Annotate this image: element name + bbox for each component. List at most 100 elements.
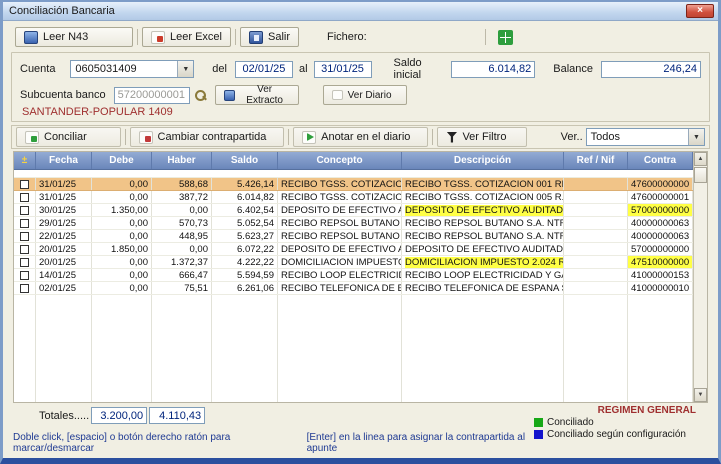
total-debe-field[interactable] [91,407,147,424]
cell-descripcion: RECIBO TGSS. COTIZACION 005 R.E.AUT [402,191,564,203]
column-header-fecha[interactable]: Fecha [36,152,92,169]
cell-descripcion: DOMICILIACION IMPUESTO 2.024 RETEN [402,256,564,268]
al-label: al [299,63,308,75]
separator [235,29,236,45]
row-checkbox[interactable] [20,271,29,280]
cell-fecha: 02/01/25 [36,282,92,294]
column-header-contra[interactable]: Contra [628,152,693,169]
table-row[interactable]: 31/01/25 0,00 588,68 5.426,14 RECIBO TGS… [14,178,693,191]
total-haber-field[interactable] [149,407,205,424]
row-checkbox[interactable] [20,206,29,215]
date-to-input[interactable] [314,61,372,78]
totales-label: Totales..... [39,410,89,422]
column-header-debe[interactable]: Debe [92,152,152,169]
cell-saldo: 4.222,22 [212,256,278,268]
edit-sheet-icon [151,31,165,44]
row-checkbox[interactable] [20,245,29,254]
column-header-haber[interactable]: Haber [152,152,212,169]
leer-excel-button[interactable]: Leer Excel [142,27,231,47]
cell-debe: 1.350,00 [92,204,152,216]
vertical-scrollbar[interactable]: ▲ ▼ [693,152,707,402]
conciliar-button[interactable]: Conciliar [16,127,121,147]
salir-button[interactable]: Salir [240,27,299,47]
scrollbar-thumb[interactable] [694,167,707,183]
ver-label: Ver.. [561,131,583,143]
leer-n43-button[interactable]: Leer N43 [15,27,133,47]
search-icon[interactable] [194,89,207,102]
cell-fecha: 20/01/25 [36,243,92,255]
cell-haber: 666,47 [152,269,212,281]
cell-descripcion: RECIBO REPSOL BUTANO S.A. NTRA. FRA [402,217,564,229]
cuenta-label: Cuenta [20,63,70,75]
row-checkbox[interactable] [20,284,29,293]
cell-descripcion: DEPOSITO DE EFECTIVO AUDITADO EN [402,243,564,255]
cell-debe: 0,00 [92,256,152,268]
column-header-ref-nif[interactable]: Ref / Nif [564,152,628,169]
grid-body-rows: 31/01/25 0,00 588,68 5.426,14 RECIBO TGS… [14,170,693,402]
separator [432,129,433,145]
cell-saldo: 5.052,54 [212,217,278,229]
cell-ref-nif [564,230,628,242]
leer-n43-label: Leer N43 [43,31,88,43]
cell-contra: 47600000000 [628,178,693,190]
green-square-icon [534,418,543,427]
row-checkbox[interactable] [20,180,29,189]
column-header-saldo[interactable]: Saldo [212,152,278,169]
cell-descripcion: RECIBO LOOP ELECTRICIDAD Y GAS S.L [402,269,564,281]
subcuenta-input[interactable] [114,87,190,104]
table-row[interactable]: 22/01/25 0,00 448,95 5.623,27 RECIBO REP… [14,230,693,243]
cuenta-value: 0605031409 [71,63,177,75]
client-area: Leer N43 Leer Excel Salir Fichero: Cuent… [3,21,718,458]
cell-contra: 41000000153 [628,269,693,281]
close-button[interactable]: × [686,4,714,18]
cuenta-combobox[interactable]: 0605031409 ▼ [70,60,194,78]
footer-area: Totales..... REGIMEN GENERAL Conciliado … [13,407,708,456]
change-entry-icon [139,131,153,144]
table-row[interactable]: 14/01/25 0,00 666,47 5.594,59 RECIBO LOO… [14,269,693,282]
cell-debe: 0,00 [92,178,152,190]
cell-concepto: RECIBO TGSS. COTIZACION 001 [278,178,402,190]
table-row[interactable]: 31/01/25 0,00 387,72 6.014,82 RECIBO TGS… [14,191,693,204]
cell-haber: 570,73 [152,217,212,229]
subcuenta-label: Subcuenta banco [20,89,106,101]
cambiar-contrapartida-button[interactable]: Cambiar contrapartida [130,127,285,147]
cell-concepto: DOMICILIACION IMPUESTO 2.024 [278,256,402,268]
sort-icon[interactable]: ± [14,152,36,169]
row-checkbox[interactable] [20,232,29,241]
ver-filtro-button[interactable]: Ver Filtro [437,127,526,147]
table-row[interactable]: 30/01/25 1.350,00 0,00 6.402,54 DEPOSITO… [14,204,693,217]
ver-combobox[interactable]: Todos ▼ [586,128,705,146]
table-row[interactable]: 29/01/25 0,00 570,73 5.052,54 RECIBO REP… [14,217,693,230]
balance-input[interactable] [601,61,701,78]
saldo-inicial-input[interactable] [451,61,535,78]
table-row[interactable]: 20/01/25 0,00 1.372,37 4.222,22 DOMICILI… [14,256,693,269]
ver-diario-label: Ver Diario [348,90,392,101]
scroll-down-icon[interactable]: ▼ [694,388,707,402]
date-from-input[interactable] [235,61,293,78]
bank-name-label: SANTANDER-POPULAR 1409 [22,106,701,118]
blue-square-icon [534,430,543,439]
legend-configuracion-label: Conciliado según configuración [547,429,686,440]
legend-configuracion: Conciliado según configuración [534,429,696,440]
ver-diario-button[interactable]: Ver Diario [323,85,407,105]
journal-arrow-icon [302,131,316,144]
reconcile-icon [25,131,39,144]
disk-icon [24,31,38,44]
cell-saldo: 5.623,27 [212,230,278,242]
column-header-concepto[interactable]: Concepto [278,152,402,169]
filter-icon [446,132,457,143]
close-icon: × [697,6,703,16]
cell-contra: 40000000063 [628,217,693,229]
column-header-descripcion[interactable]: Descripción [402,152,564,169]
table-row[interactable]: 20/01/25 1.850,00 0,00 6.072,22 DEPOSITO… [14,243,693,256]
table-row[interactable]: 02/01/25 0,00 75,51 6.261,06 RECIBO TELE… [14,282,693,295]
ver-extracto-button[interactable]: Ver Extracto [215,85,299,105]
excel-file-icon[interactable] [498,30,513,45]
row-checkbox[interactable] [20,193,29,202]
cell-debe: 0,00 [92,282,152,294]
separator [485,29,486,45]
scroll-up-icon[interactable]: ▲ [694,152,707,166]
row-checkbox[interactable] [20,258,29,267]
anotar-diario-button[interactable]: Anotar en el diario [293,127,428,147]
row-checkbox[interactable] [20,219,29,228]
